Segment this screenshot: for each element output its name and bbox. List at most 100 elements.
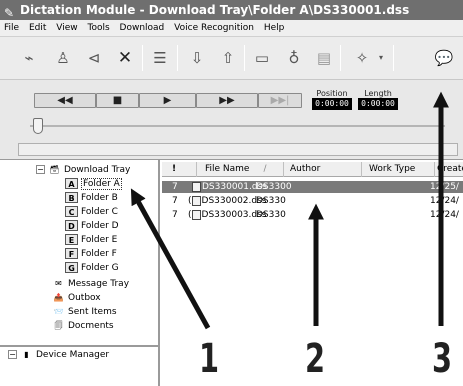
- menu-edit[interactable]: Edit: [26, 20, 49, 36]
- folder-tree: − 🗃 Download Tray A Folder A B Folder B C Fol…: [0, 160, 160, 386]
- callout-number-3: 3: [432, 336, 453, 382]
- position-counter: 0:00:00: [312, 98, 352, 110]
- play-icon[interactable]: ♙: [52, 47, 74, 69]
- folder-icon[interactable]: ▭: [251, 47, 273, 69]
- toolbar-separator: [340, 45, 341, 71]
- column-author[interactable]: Author: [284, 162, 362, 177]
- record-icon[interactable]: ⌁: [18, 47, 40, 69]
- folder-c-icon: C: [65, 206, 78, 217]
- tree-item-folder-f[interactable]: F Folder F: [65, 248, 117, 261]
- message-tray-icon: ✉: [55, 279, 62, 288]
- tree-item-download-tray[interactable]: − 🗃 Download Tray: [36, 164, 130, 177]
- list-header: ! File Name / Author Work Type Create: [162, 162, 463, 177]
- toolbar-separator: [142, 45, 143, 71]
- priority-cell: 7: [172, 196, 178, 206]
- folder-g-icon: G: [65, 262, 78, 273]
- tree-item-label: Folder C: [81, 207, 118, 217]
- file-icon: [192, 181, 201, 192]
- play-button[interactable]: ▶: [139, 93, 196, 108]
- tray-icon: 🗃: [49, 165, 60, 174]
- tree-item-sent-items[interactable]: 📨 Sent Items: [52, 306, 117, 319]
- tree-item-label: Folder G: [81, 263, 119, 273]
- skip-button[interactable]: ▶▶|: [258, 93, 302, 108]
- folder-f-icon: F: [65, 248, 78, 259]
- callout-number-1: 1: [199, 336, 220, 382]
- length-label: Length: [364, 89, 392, 98]
- settings-icon[interactable]: ✧: [351, 47, 373, 69]
- send-icon[interactable]: ⇩: [186, 47, 208, 69]
- tree-item-folder-a[interactable]: A Folder A: [65, 178, 122, 191]
- menu-bar: File Edit View Tools Download Voice Reco…: [0, 20, 463, 37]
- table-row[interactable]: 7 DS330001.dss DS3300 12/25/: [162, 181, 463, 193]
- position-slider-thumb[interactable]: [33, 118, 43, 134]
- position-slider-track: [30, 125, 445, 127]
- file-name-cell: (DS330002.dss: [188, 195, 266, 207]
- column-create[interactable]: Create: [435, 162, 463, 177]
- created-cell: 12/24/: [430, 196, 459, 206]
- properties-icon[interactable]: ☰: [149, 47, 171, 69]
- tree-item-label: Sent Items: [68, 307, 117, 317]
- priority-cell: 7: [172, 210, 178, 220]
- table-row[interactable]: 7 (DS330003.dss DS330 12/24/: [162, 209, 463, 221]
- tree-item-label: Folder E: [81, 235, 118, 245]
- folder-d-icon: D: [65, 220, 78, 231]
- tree-item-folder-c[interactable]: C Folder C: [65, 206, 118, 219]
- menu-help[interactable]: Help: [261, 20, 288, 36]
- toolbar-separator: [393, 45, 394, 71]
- menu-download[interactable]: Download: [117, 20, 168, 36]
- tree-item-label: Message Tray: [68, 279, 130, 289]
- comment-icon[interactable]: 💬: [433, 47, 455, 69]
- collapse-icon[interactable]: −: [8, 350, 17, 359]
- tree-item-label: Download Tray: [64, 165, 131, 175]
- callout-number-2: 2: [305, 336, 326, 382]
- column-priority[interactable]: !: [162, 162, 197, 177]
- menu-tools[interactable]: Tools: [84, 20, 112, 36]
- pencil-icon: ✎: [4, 6, 15, 20]
- microphone-icon[interactable]: ♁: [283, 47, 305, 69]
- created-cell: 12/25/: [430, 182, 459, 192]
- priority-cell: 7: [172, 182, 178, 192]
- back-icon[interactable]: ⊲: [83, 47, 105, 69]
- delete-icon[interactable]: ✕: [114, 47, 136, 69]
- tree-item-documents[interactable]: 🗐 Docments: [52, 320, 114, 333]
- rewind-button[interactable]: ◀◀: [34, 93, 96, 108]
- menu-voice-recognition[interactable]: Voice Recognition: [171, 20, 257, 36]
- table-row[interactable]: 7 (DS330002.dss DS330 12/24/: [162, 195, 463, 207]
- receive-icon[interactable]: ⇧: [217, 47, 239, 69]
- author-cell: DS3300: [256, 182, 292, 192]
- tree-item-folder-g[interactable]: G Folder G: [65, 262, 119, 275]
- fast-forward-button[interactable]: ▶▶: [196, 93, 258, 108]
- created-cell: 12/24/: [430, 210, 459, 220]
- tree-item-folder-b[interactable]: B Folder B: [65, 192, 118, 205]
- file-icon: [191, 209, 201, 220]
- toolbar-separator: [177, 45, 178, 71]
- documents-icon: 🗐: [54, 321, 63, 330]
- author-cell: DS330: [256, 196, 286, 206]
- dropdown-icon[interactable]: ▾: [375, 47, 387, 69]
- column-work-type[interactable]: Work Type: [362, 162, 435, 177]
- sent-items-icon: 📨: [53, 307, 64, 316]
- sort-indicator-icon: /: [263, 164, 267, 174]
- player-panel: ◀◀ ■ ▶ ▶▶ ▶▶| Position 0:00:00 Length 0:…: [0, 80, 463, 160]
- device-manager-icon: ▮: [24, 350, 29, 359]
- tree-item-folder-e[interactable]: E Folder E: [65, 234, 117, 247]
- column-file-name[interactable]: File Name /: [197, 162, 284, 177]
- stop-button[interactable]: ■: [96, 93, 139, 108]
- window-title: Dictation Module - Download Tray\Folder …: [20, 3, 410, 17]
- tree-item-outbox[interactable]: 📤 Outbox: [52, 292, 101, 305]
- tree-item-message-tray[interactable]: ✉ Message Tray: [52, 278, 129, 291]
- collapse-icon[interactable]: −: [36, 165, 45, 174]
- tree-item-folder-d[interactable]: D Folder D: [65, 220, 119, 233]
- toolbar: ⌁ ♙ ⊲ ✕ ☰ ⇩ ⇧ ▭ ♁ ▤ ✧ ▾ 💬: [0, 37, 463, 80]
- menu-file[interactable]: File: [1, 20, 22, 36]
- device-manager-pane: − ▮ Device Manager: [0, 345, 158, 386]
- tree-item-device-manager[interactable]: − ▮ Device Manager: [8, 349, 109, 362]
- document-icon[interactable]: ▤: [313, 47, 335, 69]
- title-bar: ✎ Dictation Module - Download Tray\Folde…: [0, 0, 463, 20]
- menu-view[interactable]: View: [53, 20, 80, 36]
- tree-item-label: Folder B: [81, 193, 118, 203]
- toolbar-separator: [244, 45, 245, 71]
- length-counter: 0:00:00: [358, 98, 398, 110]
- folder-b-icon: B: [65, 192, 78, 203]
- position-label: Position: [316, 89, 348, 98]
